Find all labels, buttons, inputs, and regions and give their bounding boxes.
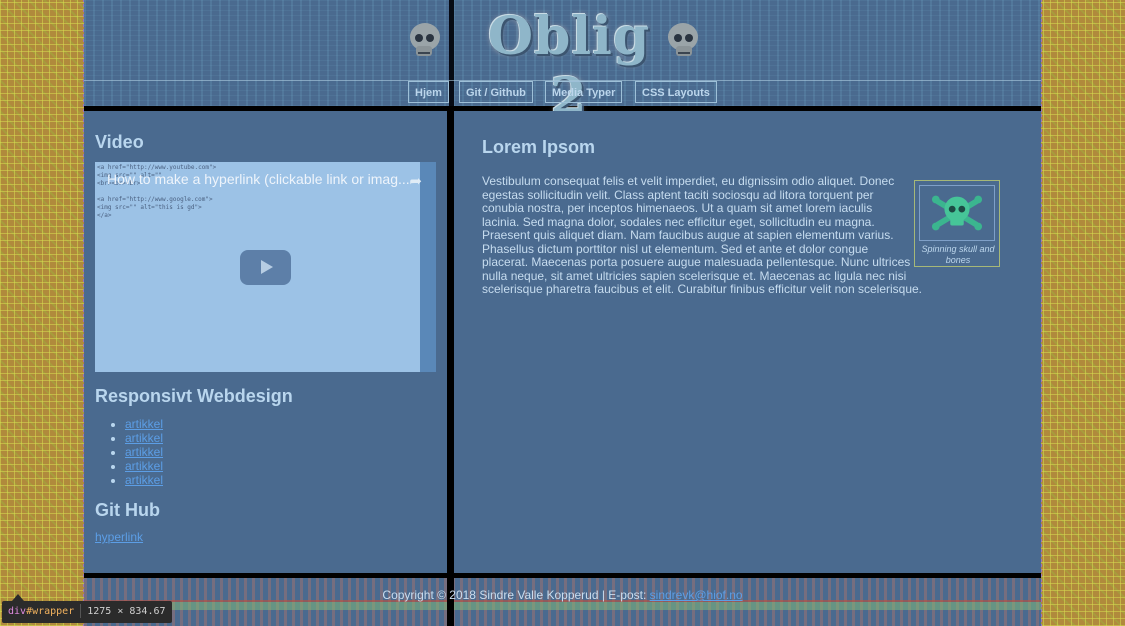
page-wrapper: Oblig 2 Hjem Git / Github Media Typer CS… (83, 0, 1042, 626)
github-link[interactable]: hyperlink (95, 530, 143, 544)
footer-text: Copyright © 2018 Sindre Valle Kopperud |… (84, 588, 1041, 602)
devtools-separator (80, 604, 82, 618)
footer-divider (447, 578, 454, 626)
devtools-tag: div (8, 606, 27, 617)
github-heading: Git Hub (95, 500, 160, 520)
site-logo[interactable]: Oblig 2 (469, 6, 669, 128)
list-item: artikkel (125, 459, 163, 473)
article-link[interactable]: artikkel (125, 417, 163, 431)
content-heading: Lorem Ipsom (482, 137, 596, 157)
copyright-text: Copyright © 2018 Sindre Valle Kopperud |… (382, 588, 650, 602)
video-player[interactable]: <a href="http://www.youtube.com"> <img s… (95, 162, 436, 372)
video-heading: Video (95, 132, 144, 152)
list-item: artikkel (125, 473, 163, 487)
article-link[interactable]: artikkel (125, 459, 163, 473)
play-button[interactable] (240, 250, 291, 285)
article-link[interactable]: artikkel (125, 445, 163, 459)
site-header: Oblig 2 Hjem Git / Github Media Typer CS… (84, 0, 1041, 128)
video-title[interactable]: How to make a hyperlink (clickable link … (107, 171, 410, 187)
content-body-text: Vestibulum consequat felis et velit impe… (482, 174, 923, 296)
skull-icon (410, 23, 440, 56)
figure-spacer (912, 175, 1002, 271)
devtools-size: 1275 × 834.67 (87, 606, 166, 617)
column-divider (447, 111, 454, 573)
nav-item-git-github[interactable]: Git / Github (459, 81, 533, 103)
nav-item-css-layouts[interactable]: CSS Layouts (635, 81, 717, 103)
list-item: artikkel (125, 445, 163, 459)
list-item: artikkel (125, 417, 163, 431)
responsive-heading: Responsivt Webdesign (95, 386, 293, 406)
content-body: Vestibulum consequat felis et velit impe… (482, 174, 1002, 297)
video-thumbnail-strip (420, 162, 436, 372)
skull-icon (668, 23, 698, 56)
main-nav: Hjem Git / Github Media Typer CSS Layout… (84, 81, 1041, 105)
main-content: Lorem Ipsom Spinning skull and bones Ves… (454, 111, 1041, 573)
devtools-element-tooltip: div#wrapper 1275 × 834.67 (2, 601, 172, 623)
devtools-tooltip-arrow (12, 594, 24, 601)
devtools-id: #wrapper (26, 606, 75, 617)
nav-item-hjem[interactable]: Hjem (408, 81, 449, 103)
site-footer: Copyright © 2018 Sindre Valle Kopperud |… (84, 578, 1041, 626)
article-link[interactable]: artikkel (125, 473, 163, 487)
article-link[interactable]: artikkel (125, 431, 163, 445)
article-list: artikkel artikkel artikkel artikkel arti… (95, 417, 163, 487)
email-link[interactable]: sindrevk@hiof.no (650, 588, 743, 602)
sidebar: Video <a href="http://www.youtube.com"> … (84, 111, 447, 573)
share-icon[interactable]: ➦ (409, 172, 422, 190)
nav-item-media-typer[interactable]: Media Typer (545, 81, 623, 103)
list-item: artikkel (125, 431, 163, 445)
